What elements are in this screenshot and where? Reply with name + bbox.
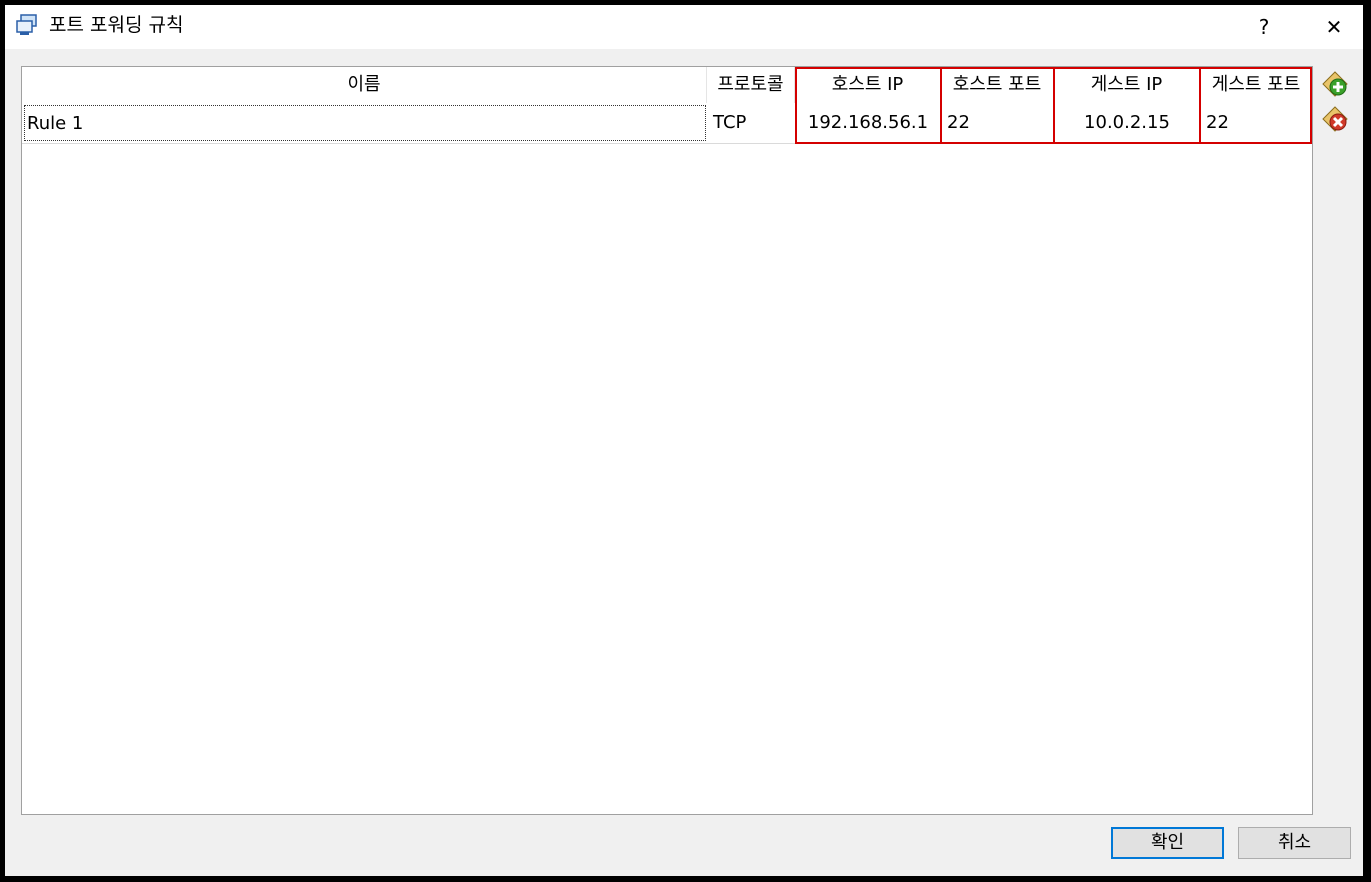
ok-button[interactable]: 확인 <box>1111 827 1224 859</box>
column-header-protocol[interactable]: 프로토콜 <box>707 67 795 103</box>
guest-port-cell[interactable]: 22 <box>1200 103 1312 143</box>
host-ip-cell[interactable]: 192.168.56.1 <box>795 103 941 143</box>
remove-rule-icon <box>1322 106 1348 132</box>
close-button[interactable]: ✕ <box>1306 9 1362 45</box>
column-header-name[interactable]: 이름 <box>22 67 707 103</box>
rules-table[interactable]: 이름 프로토콜 호스트 IP 호스트 포트 게스트 IP 게스트 포트 Rule… <box>21 66 1313 815</box>
add-rule-icon <box>1322 71 1348 97</box>
column-header-host-ip[interactable]: 호스트 IP <box>795 67 941 103</box>
host-port-cell[interactable]: 22 <box>941 103 1054 143</box>
protocol-cell[interactable]: TCP <box>707 103 795 143</box>
column-header-guest-port[interactable]: 게스트 포트 <box>1200 67 1312 103</box>
port-forwarding-dialog: 포트 포워딩 규칙 ? ✕ 이름 프로토콜 호스트 IP 호스트 포트 게스트 … <box>5 5 1363 876</box>
guest-ip-cell[interactable]: 10.0.2.15 <box>1054 103 1200 143</box>
table-row[interactable]: Rule 1 TCP 192.168.56.1 22 10.0.2.15 22 <box>22 103 1312 144</box>
add-rule-button[interactable] <box>1321 70 1349 98</box>
help-button[interactable]: ? <box>1236 9 1292 45</box>
cancel-button[interactable]: 취소 <box>1238 827 1351 859</box>
window-title: 포트 포워딩 규칙 <box>49 14 184 36</box>
remove-rule-button[interactable] <box>1321 105 1349 133</box>
column-header-guest-ip[interactable]: 게스트 IP <box>1054 67 1200 103</box>
virtualbox-network-icon <box>15 13 39 37</box>
title-bar: 포트 포워딩 규칙 ? ✕ <box>5 5 1363 49</box>
rule-name-cell[interactable]: Rule 1 <box>24 105 706 141</box>
column-header-host-port[interactable]: 호스트 포트 <box>941 67 1054 103</box>
